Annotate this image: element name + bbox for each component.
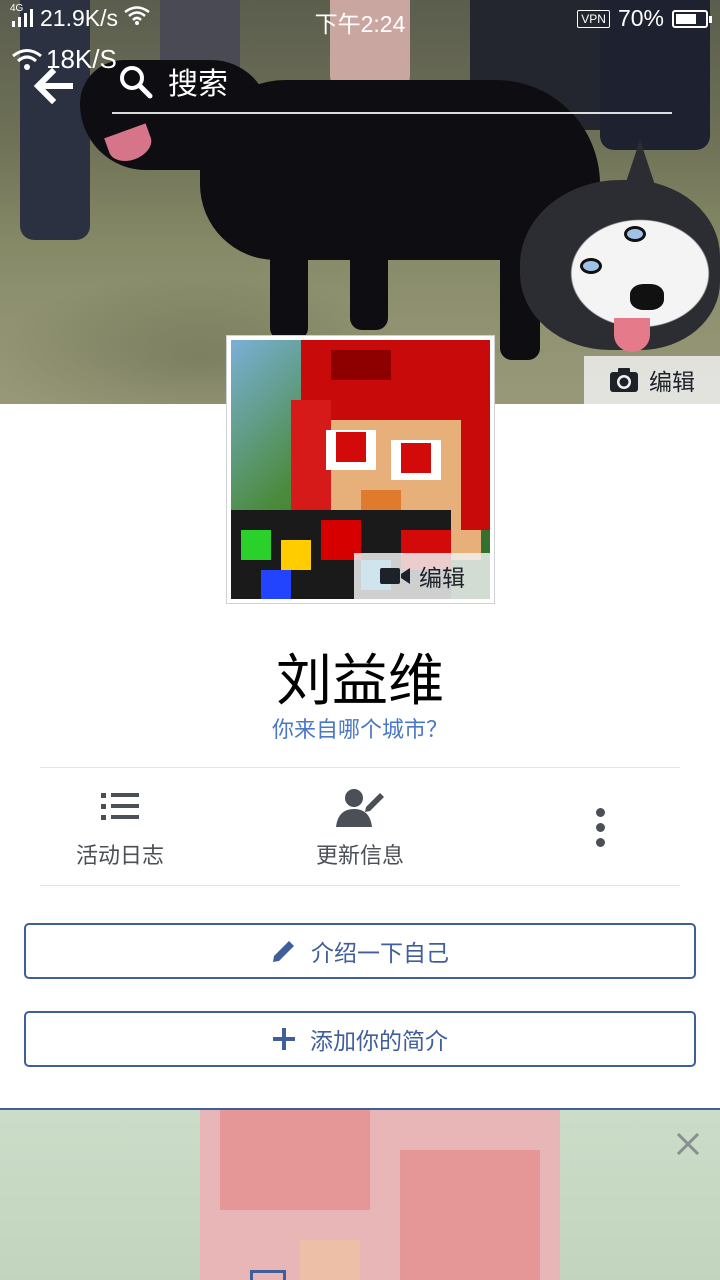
more-vertical-icon-dot bbox=[595, 837, 605, 847]
avatar-pupil bbox=[401, 443, 431, 473]
more-options-button[interactable] bbox=[580, 804, 620, 850]
vpn-badge: VPN bbox=[577, 9, 610, 28]
close-card-button[interactable] bbox=[674, 1130, 702, 1158]
status-right: VPN 70% bbox=[577, 5, 712, 32]
activity-log-label: 活动日志 bbox=[75, 844, 164, 869]
search-underline bbox=[112, 112, 672, 114]
activity-log-button[interactable]: 活动日志 bbox=[20, 784, 220, 870]
avatar-hair-right bbox=[461, 380, 490, 530]
introduce-yourself-button[interactable]: 介绍一下自己 bbox=[24, 923, 696, 979]
avatar-pupil bbox=[336, 432, 366, 462]
divider bbox=[40, 767, 680, 768]
avatar-body-pattern bbox=[241, 530, 271, 560]
video-camera-icon bbox=[380, 568, 410, 584]
divider bbox=[40, 885, 680, 886]
battery-percent: 70% bbox=[617, 5, 664, 31]
search-icon bbox=[118, 64, 154, 100]
add-bio-label: 添加你的简介 bbox=[310, 1029, 448, 1055]
card-frame-icon bbox=[250, 1270, 286, 1280]
edit-profile-icon bbox=[336, 789, 384, 827]
cover-husky-tongue bbox=[614, 318, 650, 352]
city-prompt-link[interactable]: 你来自哪个城市？ bbox=[0, 712, 720, 744]
plus-icon bbox=[273, 1028, 295, 1050]
back-arrow-icon bbox=[33, 67, 73, 105]
update-info-label: 更新信息 bbox=[315, 844, 404, 869]
profile-name: 刘益维 bbox=[276, 649, 444, 714]
featured-photo-tile bbox=[220, 1110, 370, 1210]
avatar-hair-side bbox=[291, 400, 331, 520]
search-input[interactable] bbox=[168, 62, 668, 106]
battery-icon bbox=[672, 9, 712, 28]
more-vertical-icon-dot bbox=[595, 807, 605, 817]
featured-photo-tile bbox=[300, 1240, 360, 1280]
cover-dog-leg bbox=[270, 220, 308, 340]
featured-photo-card[interactable] bbox=[0, 1108, 720, 1280]
avatar-body-pattern bbox=[261, 570, 291, 599]
cover-dog-leg bbox=[350, 220, 388, 330]
more-vertical-icon-dot bbox=[595, 822, 605, 832]
introduce-yourself-label: 介绍一下自己 bbox=[311, 941, 449, 967]
edit-cover-label: 编辑 bbox=[649, 370, 695, 396]
edit-cover-button[interactable]: 编辑 bbox=[584, 356, 720, 404]
list-icon bbox=[101, 793, 139, 820]
update-info-button[interactable]: 更新信息 bbox=[260, 784, 460, 870]
profile-picture[interactable]: 编辑 bbox=[226, 335, 495, 604]
edit-profile-picture-button[interactable]: 编辑 bbox=[354, 553, 490, 599]
avatar-hair-dark bbox=[331, 350, 391, 380]
featured-photo-tile bbox=[400, 1150, 540, 1280]
back-button[interactable] bbox=[30, 60, 82, 112]
edit-profile-picture-label: 编辑 bbox=[419, 566, 465, 592]
cover-husky-nose bbox=[630, 284, 664, 310]
camera-icon bbox=[610, 368, 638, 392]
cover-husky-eye bbox=[624, 226, 646, 242]
add-bio-button[interactable]: 添加你的简介 bbox=[24, 1011, 696, 1067]
cover-husky-eye bbox=[580, 258, 602, 274]
status-bar: 4G 21.9K/s 下午2:24 VPN 70% bbox=[0, 0, 720, 37]
pencil-icon bbox=[273, 938, 297, 962]
avatar-body-pattern bbox=[281, 540, 311, 570]
close-icon bbox=[676, 1132, 700, 1156]
battery-fill bbox=[676, 13, 696, 24]
